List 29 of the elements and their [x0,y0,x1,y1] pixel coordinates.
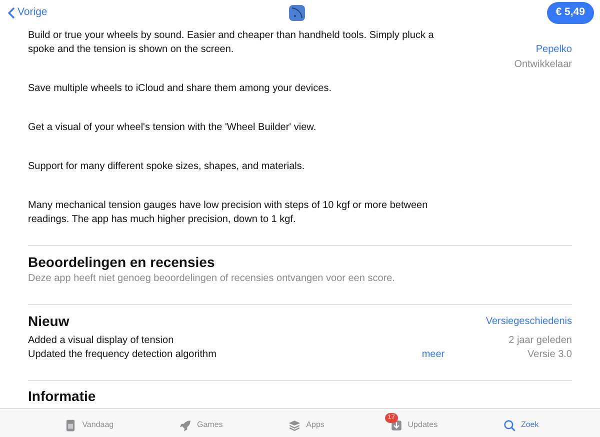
description-text: Get a visual of your wheel's tension with the 'Wheel Builder' view. [28,121,318,135]
section-heading: Nieuw [28,312,70,330]
description-text: Support for many different spoke sizes, shapes, and materials. [28,160,306,174]
tab-bar-item[interactable]: Zoek [498,412,541,434]
chevron-left-icon [8,7,15,19]
price-button[interactable]: € 5,49 [546,2,594,24]
app-icon [289,5,306,21]
search-icon [502,418,516,432]
tab-bar-item[interactable]: Vandaag [59,412,116,434]
version-history-link[interactable]: Versiegeschiedenis [486,314,572,329]
layers-icon [288,418,302,432]
release-date: 2 jaar geleden [508,334,572,348]
developer-link[interactable]: Pepelko [536,42,572,57]
section-heading: Informatie [28,388,97,404]
version-number: Versie 3.0 [528,348,572,362]
today-icon [64,418,78,432]
section-heading: Beoordelingen en recensies [28,254,216,271]
developer-label: Ontwikkelaar [514,58,572,72]
description-text: Many mechanical tension gauges have low precision with steps of 10 kgf or more between readings. The app has much higher precision, down to 1 kgf. [28,199,429,227]
ratings-text: Deze app heeft niet genoeg beoordelingen of recensies ontvangen voor een score. [28,272,396,286]
rocket-icon [179,418,192,432]
tab-bar-item[interactable]: Apps [283,412,326,434]
description-text: Save multiple wheels to iCloud and share them among your devices. [28,82,332,96]
description-text: Build or true your wheels by sound. Easier and cheaper than handheld tools. Simply pluck a spoke and the tension is shown on the screen. [28,29,435,57]
release-note: Updated the frequency detection algorithm [28,348,216,362]
release-note: Added a visual display of tension [28,334,175,348]
back-button[interactable]: Vorige [8,5,48,21]
more-link[interactable]: meer [422,348,445,362]
tab-bar-item[interactable]: Games [174,412,225,434]
